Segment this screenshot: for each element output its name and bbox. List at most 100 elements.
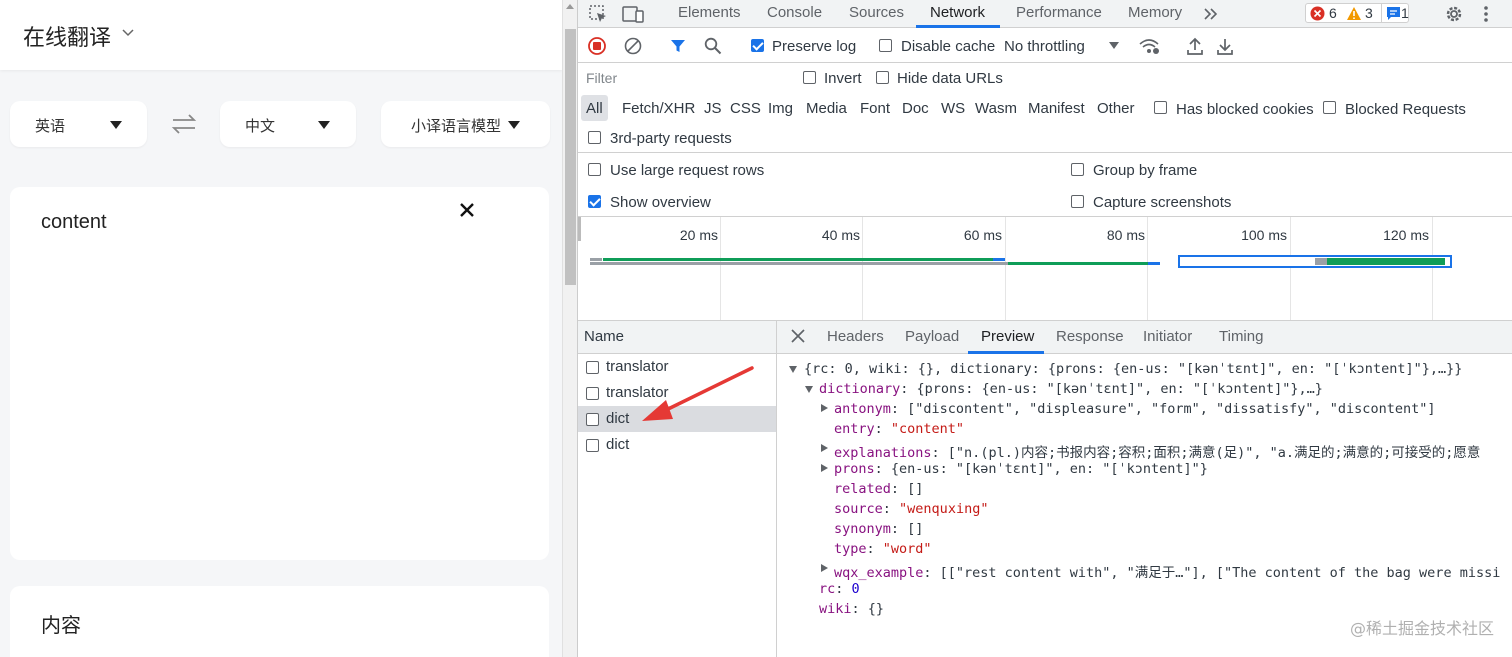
has-blocked-cookies-checkbox[interactable] — [1154, 101, 1167, 114]
target-language-label: 中文 — [245, 117, 276, 135]
inspect-element-icon[interactable] — [588, 4, 608, 24]
request-list: Name translator translator dict dict — [578, 321, 777, 657]
type-filter-wasm[interactable]: Wasm — [975, 100, 1017, 117]
invert-label: Invert — [824, 70, 862, 87]
page-scrollbar[interactable] — [562, 0, 578, 657]
expand-toggle[interactable] — [821, 564, 828, 572]
json-line[interactable]: dictionary: {prons: {en-us: "[kənˈtɛnt]"… — [819, 381, 1323, 397]
source-language-select[interactable]: 英语 — [10, 101, 147, 147]
more-tabs-icon[interactable] — [1202, 6, 1220, 22]
request-row-checkbox[interactable] — [586, 439, 599, 452]
type-filter-img[interactable]: Img — [768, 100, 793, 117]
request-name: translator — [606, 358, 669, 375]
overview-handle[interactable] — [578, 217, 581, 241]
type-filter-js[interactable]: JS — [704, 100, 722, 117]
tab-initiator[interactable]: Initiator — [1143, 328, 1192, 345]
type-filter-all[interactable]: All — [586, 100, 603, 117]
capture-screenshots-checkbox[interactable] — [1071, 195, 1084, 208]
resource-type-filters: All Fetch/XHR JS CSS Img Media Font Doc … — [578, 93, 1512, 153]
json-line[interactable]: explanations: ["n.(pl.)内容;书报内容;容积;面积;满意(… — [834, 441, 1480, 461]
tick-line — [1005, 217, 1006, 320]
collapse-toggle[interactable] — [789, 366, 797, 373]
expand-toggle[interactable] — [821, 404, 828, 412]
source-text[interactable]: content — [41, 211, 107, 234]
tab-network[interactable]: Network — [930, 4, 985, 21]
gear-icon[interactable] — [1443, 3, 1465, 25]
hide-data-urls-checkbox[interactable] — [876, 71, 889, 84]
collapse-toggle[interactable] — [805, 386, 813, 393]
clear-icon[interactable] — [624, 37, 642, 55]
close-icon[interactable] — [458, 201, 476, 219]
type-filter-other[interactable]: Other — [1097, 100, 1135, 117]
type-filter-ws[interactable]: WS — [941, 100, 965, 117]
expand-toggle[interactable] — [821, 464, 828, 472]
close-icon[interactable] — [791, 329, 805, 343]
detail-tab-bar: Headers Payload Preview Response Initiat… — [777, 321, 1512, 354]
tab-headers[interactable]: Headers — [827, 328, 884, 345]
swap-icon[interactable] — [170, 110, 198, 138]
type-filter-media[interactable]: Media — [806, 100, 847, 117]
kebab-menu-icon[interactable] — [1483, 4, 1489, 24]
device-toolbar-icon[interactable] — [622, 4, 644, 24]
record-stop-icon[interactable] — [588, 37, 606, 55]
json-line[interactable]: wqx_example: [["rest content with", "满足于… — [834, 561, 1500, 581]
search-icon[interactable] — [704, 37, 722, 55]
request-row-selected[interactable]: dict — [578, 406, 776, 432]
chevron-down-icon[interactable] — [121, 22, 135, 42]
overview-bar — [1315, 258, 1327, 265]
tab-elements[interactable]: Elements — [678, 4, 741, 21]
tab-console[interactable]: Console — [767, 4, 822, 21]
type-filter-manifest[interactable]: Manifest — [1028, 100, 1085, 117]
tab-preview[interactable]: Preview — [981, 328, 1034, 345]
import-har-icon[interactable] — [1186, 36, 1204, 56]
request-row-checkbox[interactable] — [586, 387, 599, 400]
json-line[interactable]: antonym: ["discontent", "displeasure", "… — [834, 401, 1435, 417]
type-filter-font[interactable]: Font — [860, 100, 890, 117]
type-filter-css[interactable]: CSS — [730, 100, 761, 117]
tab-timing[interactable]: Timing — [1219, 328, 1263, 345]
disable-cache-checkbox[interactable] — [879, 39, 892, 52]
invert-checkbox[interactable] — [803, 71, 816, 84]
large-rows-checkbox[interactable] — [588, 163, 601, 176]
preserve-log-checkbox[interactable] — [751, 39, 764, 52]
error-count: 6 — [1329, 5, 1337, 21]
request-row-checkbox[interactable] — [586, 361, 599, 374]
caret-down-icon[interactable] — [1109, 42, 1119, 49]
request-row-checkbox[interactable] — [586, 413, 599, 426]
scroll-up-icon[interactable] — [566, 4, 574, 9]
expand-toggle[interactable] — [821, 444, 828, 452]
filter-row: Invert Hide data URLs — [578, 63, 1512, 93]
network-overview[interactable]: 20 ms 40 ms 60 ms 80 ms 100 ms 120 ms — [578, 217, 1512, 321]
tab-response[interactable]: Response — [1056, 328, 1124, 345]
filter-input[interactable] — [580, 66, 786, 90]
request-row[interactable]: dict — [578, 432, 776, 458]
type-filter-fetch-xhr[interactable]: Fetch/XHR — [622, 100, 695, 117]
tab-payload[interactable]: Payload — [905, 328, 959, 345]
network-conditions-icon[interactable] — [1138, 36, 1160, 56]
group-by-frame-checkbox[interactable] — [1071, 163, 1084, 176]
output-card: 内容 — [10, 586, 549, 657]
tick-line — [720, 217, 721, 320]
group-by-frame-label: Group by frame — [1093, 162, 1198, 179]
overview-bar — [1008, 262, 1148, 265]
input-card[interactable]: content — [10, 187, 549, 560]
model-select[interactable]: 小译语言模型 — [381, 101, 550, 147]
show-overview-checkbox[interactable] — [588, 195, 601, 208]
json-line[interactable]: prons: {en-us: "[kənˈtɛnt]", en: "[ˈkɔnt… — [834, 461, 1208, 477]
filter-icon[interactable] — [670, 38, 686, 54]
tab-sources[interactable]: Sources — [849, 4, 904, 21]
request-row[interactable]: translator — [578, 380, 776, 406]
throttling-select[interactable]: No throttling — [1004, 38, 1085, 55]
tab-performance[interactable]: Performance — [1016, 4, 1102, 21]
issues-badge[interactable]: 6 3 1 — [1305, 3, 1409, 23]
target-language-select[interactable]: 中文 — [220, 101, 356, 147]
scrollbar-thumb[interactable] — [565, 29, 576, 285]
type-filter-doc[interactable]: Doc — [902, 100, 929, 117]
tab-memory[interactable]: Memory — [1128, 4, 1182, 21]
name-column-header[interactable]: Name — [578, 321, 776, 354]
third-party-checkbox[interactable] — [588, 131, 601, 144]
blocked-requests-checkbox[interactable] — [1323, 101, 1336, 114]
json-root-summary[interactable]: {rc: 0, wiki: {}, dictionary: {prons: {e… — [804, 361, 1462, 377]
request-row[interactable]: translator — [578, 354, 776, 380]
export-har-icon[interactable] — [1216, 36, 1234, 56]
